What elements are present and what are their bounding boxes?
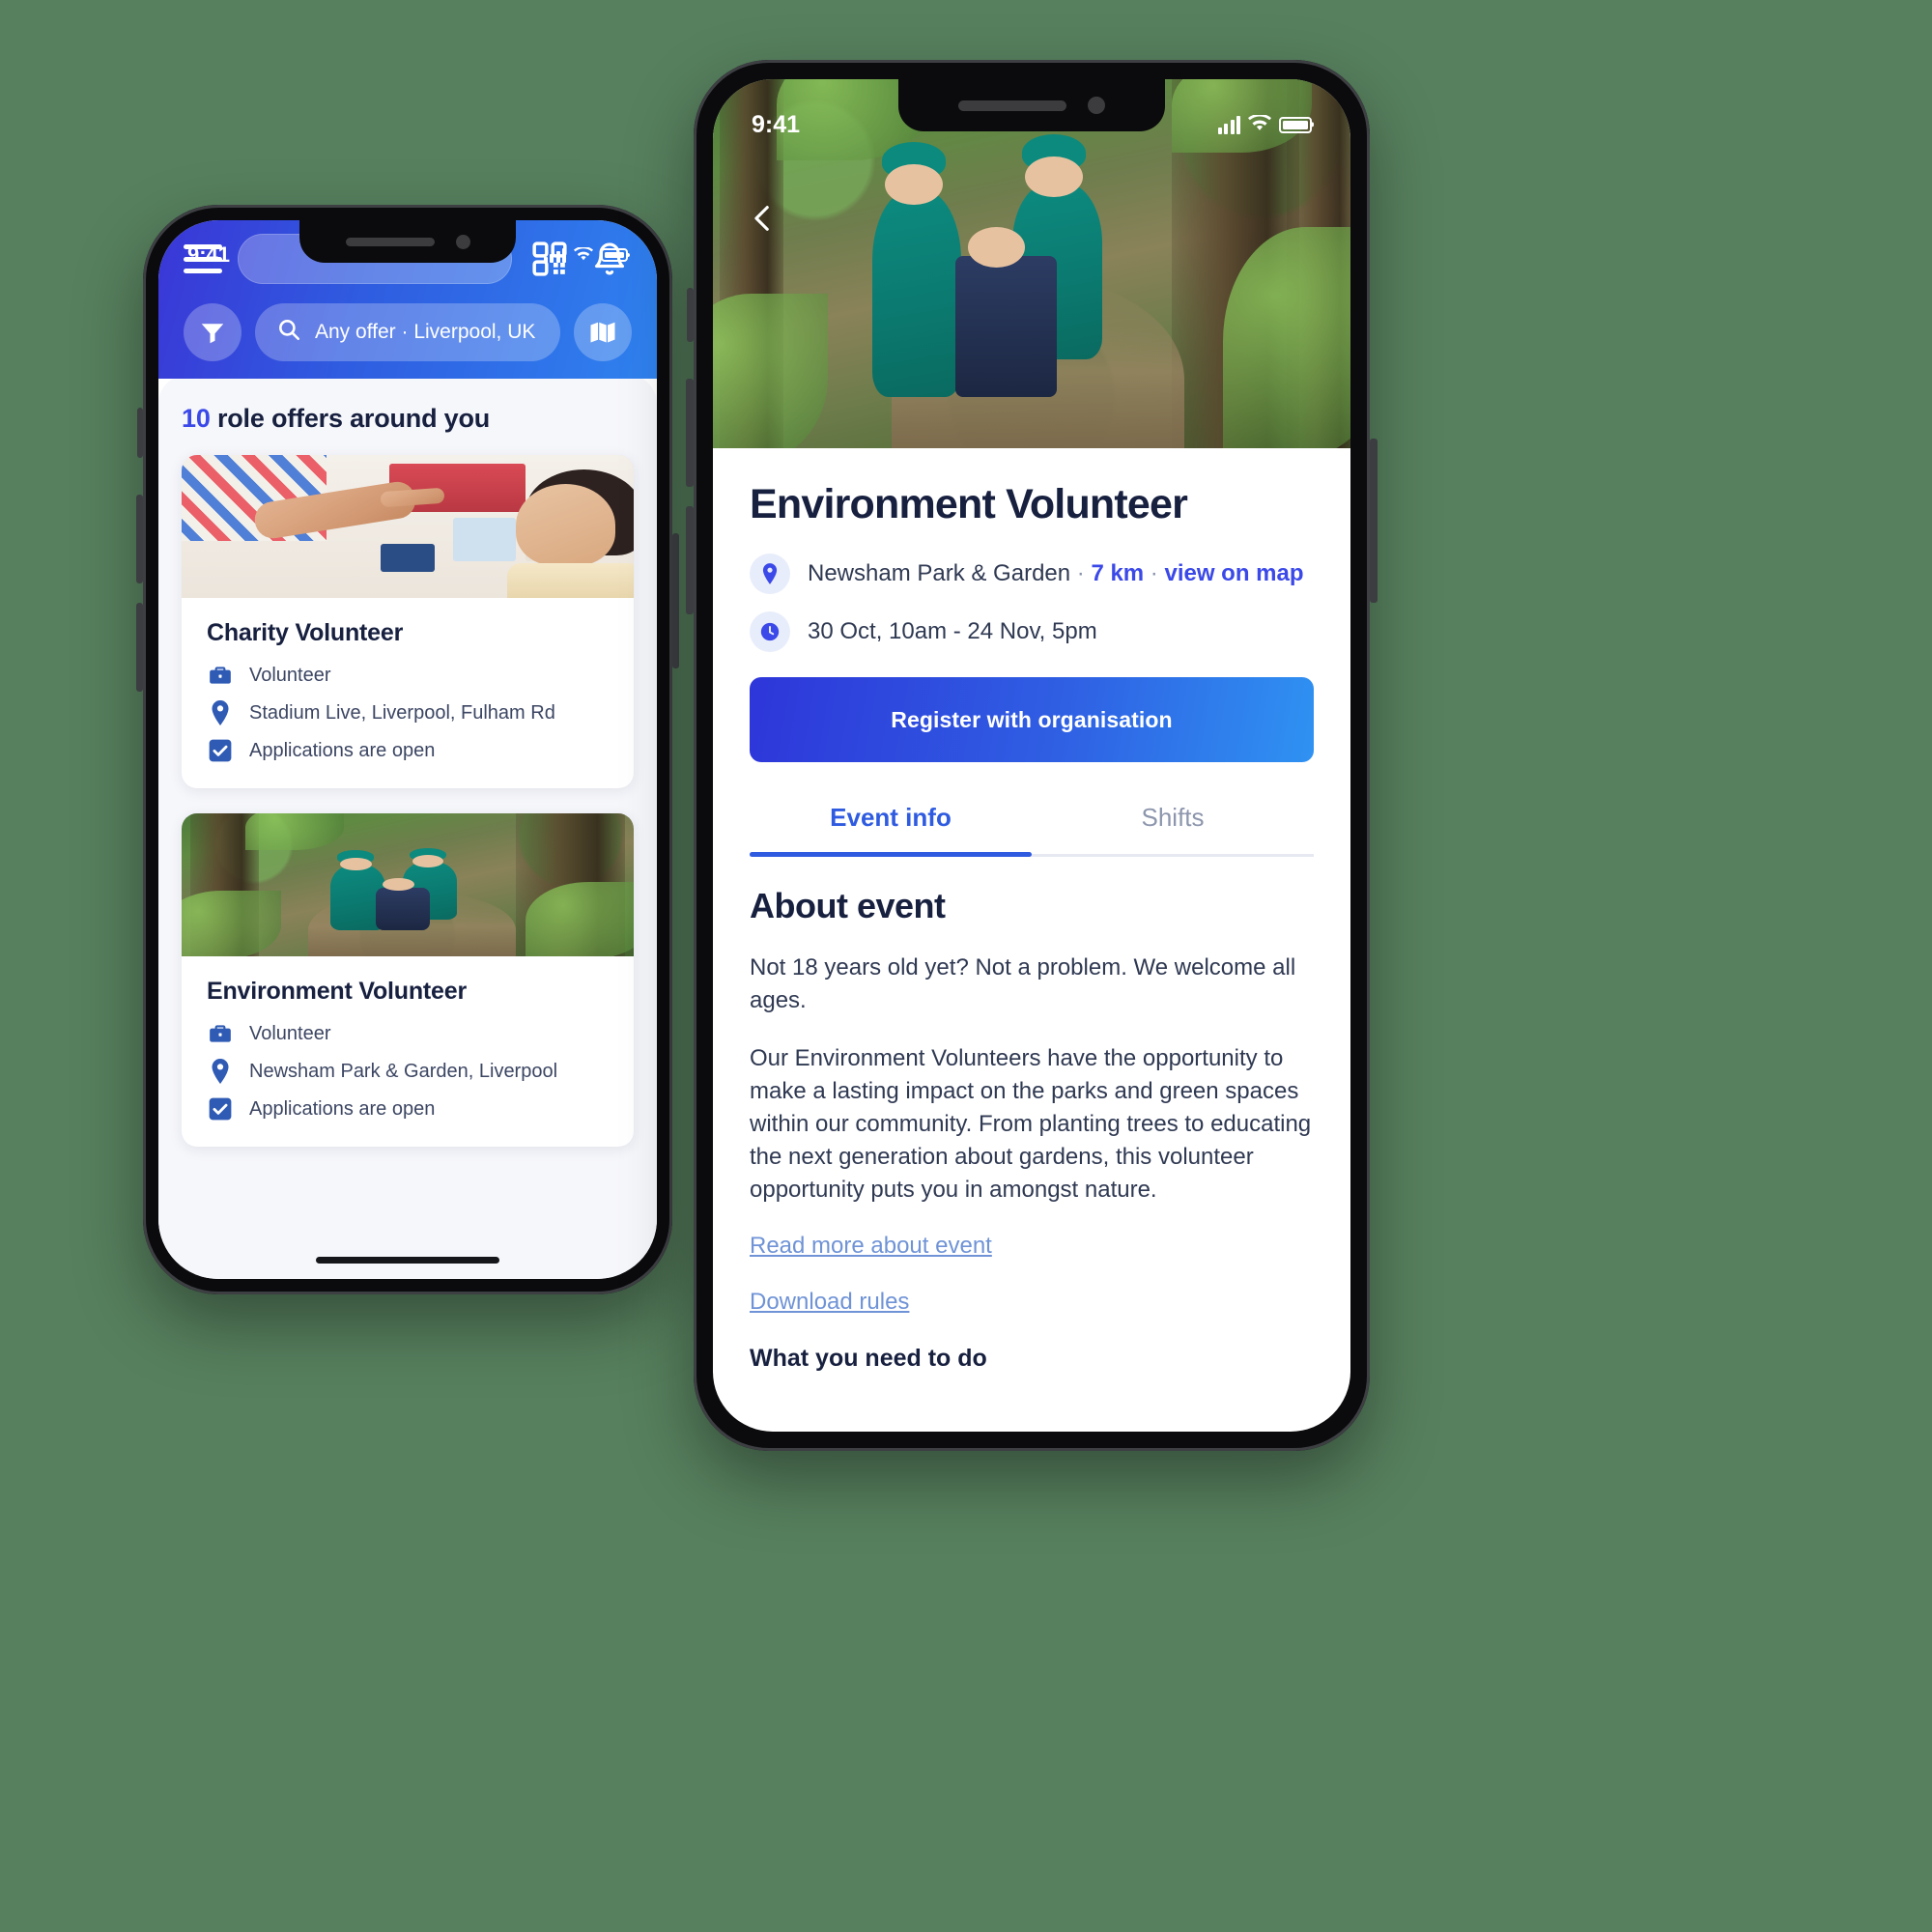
environment-volunteer-photo	[182, 813, 634, 956]
about-paragraph-2: Our Environment Volunteers have the oppo…	[750, 1045, 1312, 1204]
about-paragraph-1: Not 18 years old yet? Not a problem. We …	[750, 954, 1296, 1014]
page-title: Environment Volunteer	[750, 481, 1188, 527]
offer-info: Environment Volunteer Volunteer Newsham …	[182, 956, 634, 1147]
event-location-row: Newsham Park & Garden · 7 km · view on m…	[750, 554, 1314, 594]
offer-title: Environment Volunteer	[207, 978, 467, 1005]
wifi-icon	[1248, 111, 1271, 139]
power-button[interactable]	[672, 533, 679, 668]
mute-switch[interactable]	[137, 408, 143, 458]
register-with-organisation-button[interactable]: Register with organisation	[750, 677, 1314, 762]
map-icon[interactable]	[574, 303, 632, 361]
status-time: 9:41	[752, 110, 801, 138]
event-location-text: Newsham Park & Garden · 7 km · view on m…	[808, 560, 1304, 587]
home-indicator[interactable]	[316, 1257, 499, 1264]
location-search-field[interactable]: Any offer · Liverpool, UK	[255, 303, 560, 361]
volume-down-button[interactable]	[136, 603, 143, 692]
offer-status: Applications are open	[249, 739, 436, 761]
volume-up-button[interactable]	[686, 379, 694, 487]
left-phone-screen: 9:41 Any offer · Liverpool, UK 10 role o…	[158, 220, 657, 1279]
status-time: 9:41	[187, 242, 231, 267]
offer-status-row: Applications are open	[207, 1096, 609, 1122]
view-on-map-link[interactable]: view on map	[1164, 560, 1303, 586]
offer-location: Stadium Live, Liverpool, Fulham Rd	[249, 701, 555, 724]
tab-event-info[interactable]: Event info	[750, 783, 1032, 857]
power-button[interactable]	[1370, 439, 1378, 603]
about-event-heading: About event	[750, 886, 946, 925]
about-event-section: About event Not 18 years old yet? Not a …	[750, 857, 1314, 1373]
left-status-bar: 9:41	[158, 220, 657, 276]
chevron-left-icon[interactable]	[740, 195, 786, 242]
offer-role-row: Volunteer	[207, 1021, 609, 1046]
tab-shifts[interactable]: Shifts	[1032, 783, 1314, 854]
list-item[interactable]: Charity Volunteer Volunteer Stadium Live…	[182, 455, 634, 788]
meta-separator-2: ·	[1144, 560, 1165, 586]
offer-status: Applications are open	[249, 1097, 436, 1120]
results-heading: 10 role offers around you	[182, 404, 634, 434]
meta-separator-1: ·	[1070, 560, 1092, 586]
charity-volunteer-photo	[182, 455, 634, 598]
offer-status-row: Applications are open	[207, 738, 609, 763]
status-icons	[543, 242, 628, 268]
environment-volunteer-hero-photo: 9:41	[713, 79, 1350, 448]
search-icon	[276, 317, 301, 348]
screenshot-stage: 9:41 Any offer · Liverpool, UK 10 role o…	[0, 0, 1932, 1932]
event-datetime-row: 30 Oct, 10am - 24 Nov, 5pm	[750, 611, 1314, 652]
offer-location: Newsham Park & Garden, Liverpool	[249, 1060, 558, 1082]
right-phone-screen: 9:41 Environment Volunteer Newsham Park …	[713, 79, 1350, 1432]
filter-funnel-icon[interactable]	[184, 303, 242, 361]
event-tabs: Event info Shifts	[750, 783, 1314, 857]
offer-location-row: Stadium Live, Liverpool, Fulham Rd	[207, 699, 609, 726]
read-more-link[interactable]: Read more about event	[750, 1233, 992, 1260]
clock-icon	[750, 611, 790, 652]
battery-icon	[601, 248, 628, 262]
briefcase-icon	[207, 663, 234, 688]
battery-icon	[1279, 116, 1312, 133]
offer-location-row: Newsham Park & Garden, Liverpool	[207, 1058, 609, 1085]
briefcase-icon	[207, 1021, 234, 1046]
offer-role-row: Volunteer	[207, 663, 609, 688]
download-rules-link[interactable]: Download rules	[750, 1289, 909, 1316]
mute-switch[interactable]	[687, 288, 694, 342]
cellular-signal-icon	[543, 247, 566, 263]
wifi-icon	[574, 242, 593, 268]
volume-up-button[interactable]	[136, 495, 143, 583]
status-icons	[1217, 111, 1312, 139]
results-heading-rest: role offers around you	[210, 404, 491, 433]
left-results-body: 10 role offers around you Charity Volunt…	[158, 375, 657, 1279]
offer-role: Volunteer	[249, 664, 331, 686]
phone-left-listing: 9:41 Any offer · Liverpool, UK 10 role o…	[136, 205, 679, 1294]
list-item[interactable]: Environment Volunteer Volunteer Newsham …	[182, 813, 634, 1147]
checkbox-checked-icon	[207, 1096, 234, 1122]
results-count: 10	[182, 404, 211, 433]
event-datetime: 30 Oct, 10am - 24 Nov, 5pm	[808, 618, 1097, 644]
what-you-need-to-do-heading: What you need to do	[750, 1344, 987, 1372]
offer-role: Volunteer	[249, 1022, 331, 1044]
phone-right-detail: 9:41 Environment Volunteer Newsham Park …	[686, 60, 1378, 1451]
right-status-bar: 9:41	[713, 79, 1350, 147]
event-detail-body: Environment Volunteer Newsham Park & Gar…	[713, 448, 1350, 1373]
left-app-header: 9:41 Any offer · Liverpool, UK	[158, 220, 657, 379]
volume-down-button[interactable]	[686, 506, 694, 614]
location-pin-icon	[207, 699, 234, 726]
location-pin-icon	[750, 554, 790, 594]
cellular-signal-icon	[1217, 115, 1240, 134]
offer-info: Charity Volunteer Volunteer Stadium Live…	[182, 598, 634, 788]
offer-title: Charity Volunteer	[207, 619, 404, 646]
event-location: Newsham Park & Garden	[808, 560, 1071, 586]
event-distance: 7 km	[1091, 560, 1145, 586]
left-search-row: Any offer · Liverpool, UK	[158, 284, 657, 361]
location-pin-icon	[207, 1058, 234, 1085]
checkbox-checked-icon	[207, 738, 234, 763]
search-value: Any offer · Liverpool, UK	[315, 321, 536, 343]
